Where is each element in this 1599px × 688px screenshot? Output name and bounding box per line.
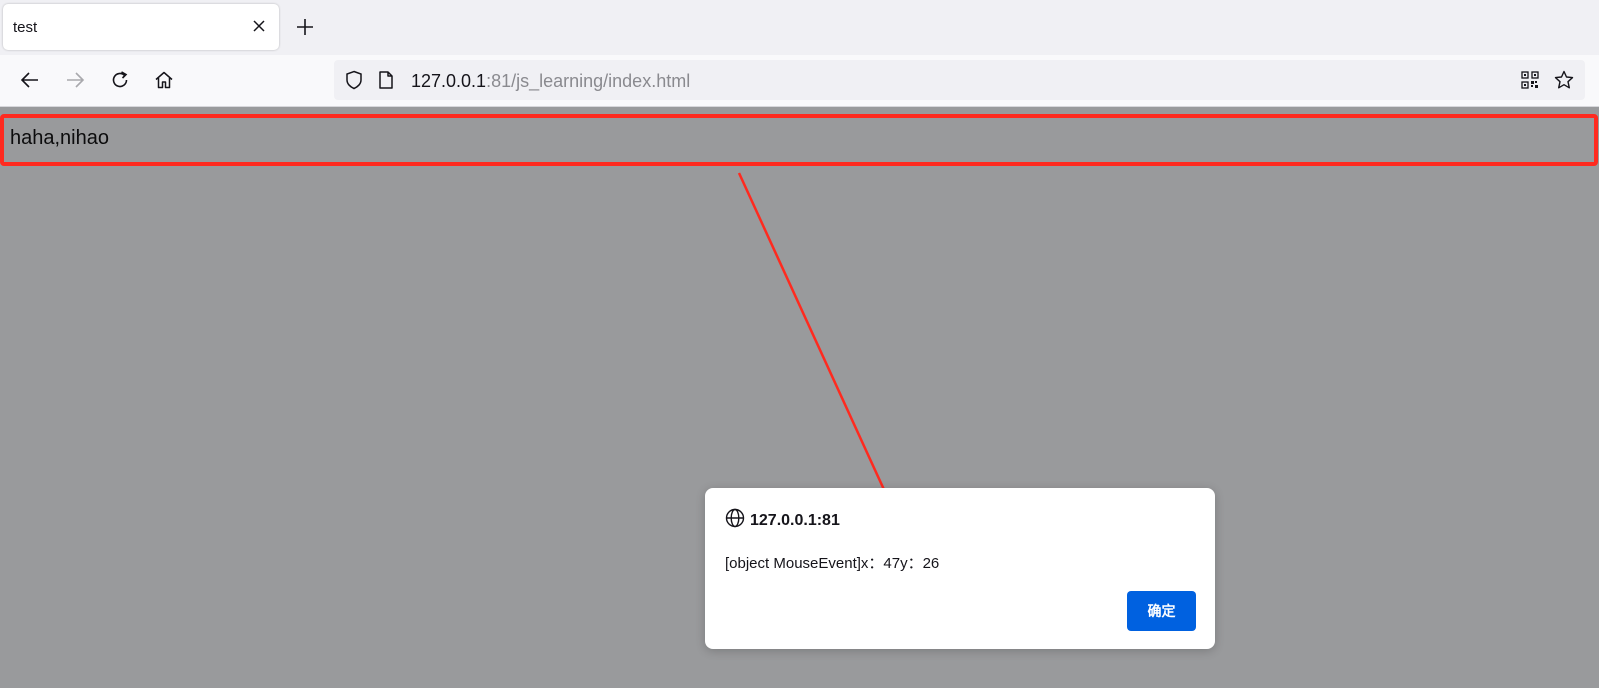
- url-host: 127.0.0.1: [411, 71, 487, 91]
- url-text[interactable]: 127.0.0.1:81/js_learning/index.html: [411, 71, 690, 92]
- navigation-toolbar: 127.0.0.1:81/js_learning/index.html: [0, 55, 1599, 107]
- shield-icon[interactable]: [344, 70, 364, 90]
- dialog-origin: 127.0.0.1:81: [750, 511, 840, 529]
- alert-dialog: 127.0.0.1:81 [object MouseEvent]x：47y：26…: [705, 488, 1215, 649]
- page-icon[interactable]: [376, 70, 396, 90]
- reload-icon[interactable]: [107, 67, 133, 93]
- dialog-message: [object MouseEvent]x：47y：26: [725, 555, 940, 572]
- star-icon[interactable]: [1554, 70, 1574, 90]
- url-bar[interactable]: 127.0.0.1:81/js_learning/index.html: [334, 60, 1585, 100]
- tab-title: test: [13, 19, 38, 36]
- tab-test[interactable]: test: [3, 4, 279, 50]
- tab-strip: test: [0, 0, 1599, 55]
- back-icon[interactable]: [17, 67, 43, 93]
- home-icon[interactable]: [151, 67, 177, 93]
- ok-button[interactable]: 确定: [1127, 591, 1196, 631]
- qr-code-icon[interactable]: [1520, 70, 1540, 90]
- globe-icon: [725, 508, 745, 533]
- url-path: :81/js_learning/index.html: [486, 71, 691, 91]
- forward-icon[interactable]: [62, 67, 88, 93]
- close-icon[interactable]: [249, 16, 269, 36]
- dialog-header: 127.0.0.1:81: [725, 508, 840, 533]
- plus-icon[interactable]: [294, 16, 316, 38]
